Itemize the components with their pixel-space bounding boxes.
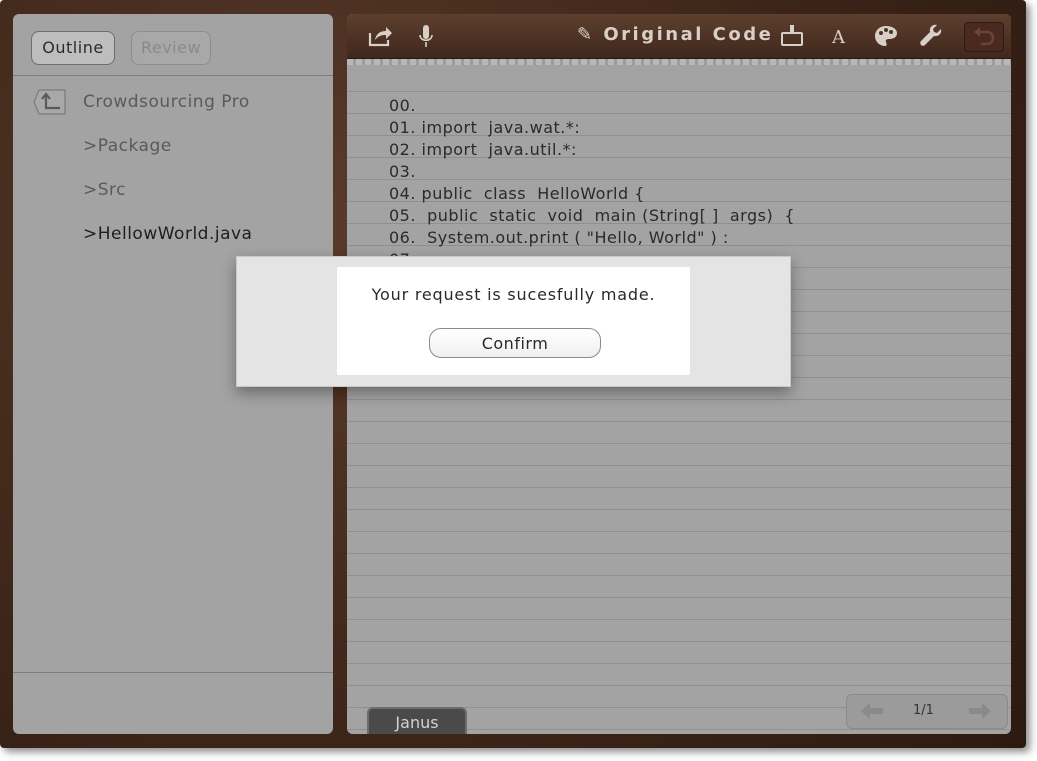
dialog-body: Your request is sucesfully made. Confirm	[337, 267, 690, 375]
code-line: 01. import java.wat.*:	[389, 118, 581, 137]
microphone-icon[interactable]	[413, 23, 439, 49]
back-arrow-icon[interactable]	[33, 88, 67, 116]
page-count: 1/1	[913, 703, 934, 718]
undo-button[interactable]	[964, 22, 1004, 52]
project-title: Crowdsourcing Pro	[83, 92, 250, 112]
toolbar: ✎ Original Code A	[347, 14, 1011, 59]
svg-text:A: A	[831, 27, 846, 48]
next-page-arrow-icon[interactable]	[967, 701, 993, 721]
divider	[13, 75, 333, 76]
confirm-button[interactable]: Confirm	[429, 328, 601, 358]
confirmation-dialog: Your request is sucesfully made. Confirm	[236, 256, 791, 387]
code-line: 05. public static void main (String[ ] a…	[389, 206, 796, 225]
tab-outline[interactable]: Outline	[31, 31, 115, 65]
toolbar-title: ✎ Original Code	[577, 24, 774, 45]
wrench-icon[interactable]	[919, 23, 945, 49]
code-line: 00.	[389, 96, 416, 115]
pager: 1/1	[846, 694, 1008, 729]
code-line: 04. public class HelloWorld {	[389, 184, 645, 203]
undo-icon	[974, 27, 995, 46]
prev-page-arrow-icon[interactable]	[859, 701, 885, 721]
code-line: 02. import java.util.*:	[389, 140, 577, 159]
tree-item-package[interactable]: >Package	[83, 136, 172, 156]
tab-review[interactable]: Review	[131, 31, 211, 65]
author-tab[interactable]: Janus	[367, 707, 467, 734]
code-paper[interactable]: 00. 01. import java.wat.*: 02. import ja…	[347, 59, 1011, 734]
stamp-icon[interactable]	[779, 23, 805, 49]
palette-icon[interactable]	[873, 23, 899, 49]
code-line: 03.	[389, 162, 416, 181]
code-line: 06. System.out.print ( "Hello, World" ) …	[389, 228, 729, 247]
tree-item-src[interactable]: >Src	[83, 180, 126, 200]
dialog-message: Your request is sucesfully made.	[371, 285, 656, 304]
divider	[13, 672, 333, 673]
paper-edge	[347, 59, 1011, 65]
font-icon[interactable]: A	[827, 23, 853, 49]
tree-item-helloworld[interactable]: >HellowWorld.java	[83, 224, 252, 244]
share-icon[interactable]	[367, 23, 393, 49]
